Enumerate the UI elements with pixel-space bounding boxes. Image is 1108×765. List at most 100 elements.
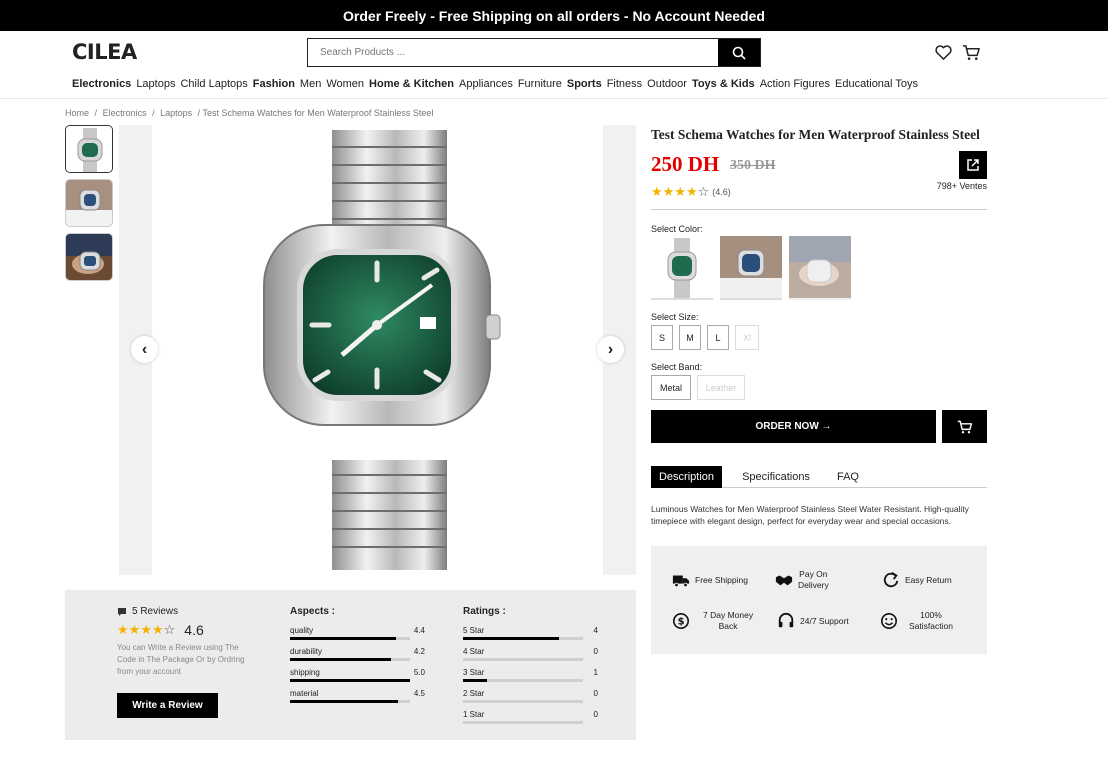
- cart-icon[interactable]: [962, 43, 981, 62]
- nav-item[interactable]: Furniture: [518, 78, 562, 90]
- aspect-value: 4.5: [413, 689, 425, 698]
- breadcrumb-electronics[interactable]: Electronics: [103, 108, 147, 118]
- nav-item[interactable]: Fitness: [607, 78, 642, 90]
- breadcrumb-separator: /: [152, 108, 155, 118]
- color-option-leather[interactable]: [789, 236, 851, 300]
- aspect-value: 4.4: [413, 626, 425, 635]
- rating-label: 2 Star: [463, 689, 485, 698]
- select-color-label: Select Color:: [651, 224, 703, 234]
- aspect-bar-fill: [290, 679, 410, 682]
- aspect-label: durability: [290, 647, 323, 656]
- feature-satisfaction: 100% Satisfaction: [880, 610, 953, 632]
- rating-bar-fill: [463, 637, 559, 640]
- tab-specifications[interactable]: Specifications: [722, 466, 830, 488]
- write-review-button[interactable]: Write a Review: [117, 693, 218, 718]
- star-empty-icon: ☆: [163, 622, 176, 637]
- aspect-bar-track: [290, 637, 410, 640]
- rating-label: 4 Star: [463, 647, 485, 656]
- smile-icon: [880, 612, 898, 630]
- headset-icon: [778, 612, 794, 628]
- star-icon: ★: [651, 184, 663, 199]
- aspect-value: 4.2: [413, 647, 425, 656]
- band-option[interactable]: Leather: [697, 375, 745, 400]
- rating-label: 1 Star: [463, 710, 485, 719]
- aspect-bar-fill: [290, 700, 398, 703]
- color-options: [651, 236, 851, 300]
- aspect-label: material: [290, 689, 319, 698]
- star-icon: ★: [117, 622, 129, 637]
- nav-item[interactable]: Men: [300, 78, 321, 90]
- star-icon: ★: [662, 184, 675, 199]
- search-input[interactable]: [308, 39, 718, 66]
- feature-support: 24/7 Support: [777, 612, 849, 630]
- thumbnail-1[interactable]: [65, 125, 113, 173]
- add-to-cart-button[interactable]: [942, 410, 987, 443]
- nav-item[interactable]: Electronics: [72, 78, 131, 90]
- nav-item[interactable]: Child Laptops: [180, 78, 247, 90]
- aspect-bar-track: [290, 700, 410, 703]
- breadcrumb-home[interactable]: Home: [65, 108, 89, 118]
- rating-row: 4 Star 0: [463, 647, 598, 663]
- star-icon: ★: [140, 622, 152, 637]
- feature-label: 24/7 Support: [800, 615, 849, 626]
- rating-value: 0: [593, 689, 598, 698]
- band-options: Metal Leather: [651, 375, 745, 400]
- size-option[interactable]: L: [707, 325, 729, 350]
- color-option-green[interactable]: [651, 236, 713, 300]
- size-option[interactable]: Xl: [735, 325, 759, 350]
- chevron-left-icon: ‹: [141, 340, 148, 358]
- nav-item[interactable]: Sports: [567, 78, 602, 90]
- feature-label: Pay On Delivery: [798, 569, 829, 590]
- tab-description[interactable]: Description: [651, 466, 722, 488]
- search-button[interactable]: [718, 39, 760, 66]
- rating-bar-track: [463, 721, 583, 724]
- external-link-icon: [967, 159, 979, 171]
- next-image-button[interactable]: ›: [597, 336, 624, 363]
- search-icon: [732, 46, 746, 60]
- nav-item[interactable]: Toys & Kids: [692, 78, 755, 90]
- reviews-average-value: 4.6: [184, 622, 204, 638]
- product-tabs: Description Specifications FAQ: [651, 466, 987, 488]
- comment-icon: [118, 607, 126, 616]
- rating-row: 2 Star 0: [463, 689, 598, 705]
- product-title: Test Schema Watches for Men Waterproof S…: [651, 127, 980, 142]
- star-icon: ★: [685, 184, 698, 199]
- rating-label: 3 Star: [463, 668, 485, 677]
- tab-faq[interactable]: FAQ: [830, 466, 866, 488]
- heart-icon[interactable]: [934, 43, 953, 62]
- order-now-button[interactable]: ORDER NOW →: [651, 410, 936, 443]
- thumbnail-3[interactable]: [65, 233, 113, 281]
- aspect-row: quality 4.4: [290, 626, 425, 642]
- breadcrumb-laptops[interactable]: Laptops: [160, 108, 192, 118]
- reviews-note: You can Write a Review using The Code in…: [117, 643, 245, 676]
- feature-easy-return: Easy Return: [882, 571, 952, 589]
- aspect-bar-fill: [290, 637, 396, 640]
- share-button[interactable]: [959, 151, 987, 179]
- nav-item[interactable]: Laptops: [136, 78, 175, 90]
- breadcrumb: Home / Electronics / Laptops / Test Sche…: [65, 108, 436, 118]
- size-option[interactable]: M: [679, 325, 701, 350]
- nav-item[interactable]: Appliances: [459, 78, 513, 90]
- star-icon: ★: [151, 622, 164, 637]
- nav-item[interactable]: Home & Kitchen: [369, 78, 454, 90]
- aspect-row: durability 4.2: [290, 647, 425, 663]
- logo[interactable]: CILEA: [72, 40, 137, 64]
- aspect-row: material 4.5: [290, 689, 425, 705]
- nav-item[interactable]: Women: [326, 78, 364, 90]
- prev-image-button[interactable]: ‹: [131, 336, 158, 363]
- thumbnail-2[interactable]: [65, 179, 113, 227]
- select-band-label: Select Band:: [651, 362, 703, 372]
- nav-item[interactable]: Educational Toys: [835, 78, 918, 90]
- nav-item[interactable]: Action Figures: [760, 78, 830, 90]
- band-option[interactable]: Metal: [651, 375, 691, 400]
- feature-pay-on-delivery: Pay On Delivery: [775, 569, 829, 591]
- color-option-blue[interactable]: [720, 236, 782, 300]
- nav-item[interactable]: Outdoor: [647, 78, 687, 90]
- aspect-row: shipping 5.0: [290, 668, 425, 684]
- nav-item[interactable]: Fashion: [253, 78, 295, 90]
- feature-money-back: $ 7 Day Money Back: [672, 610, 753, 632]
- product-price: 250 DH: [651, 152, 720, 176]
- rating-bar-track: [463, 700, 583, 703]
- feature-label: 7 Day Money Back: [703, 610, 754, 631]
- size-option[interactable]: S: [651, 325, 673, 350]
